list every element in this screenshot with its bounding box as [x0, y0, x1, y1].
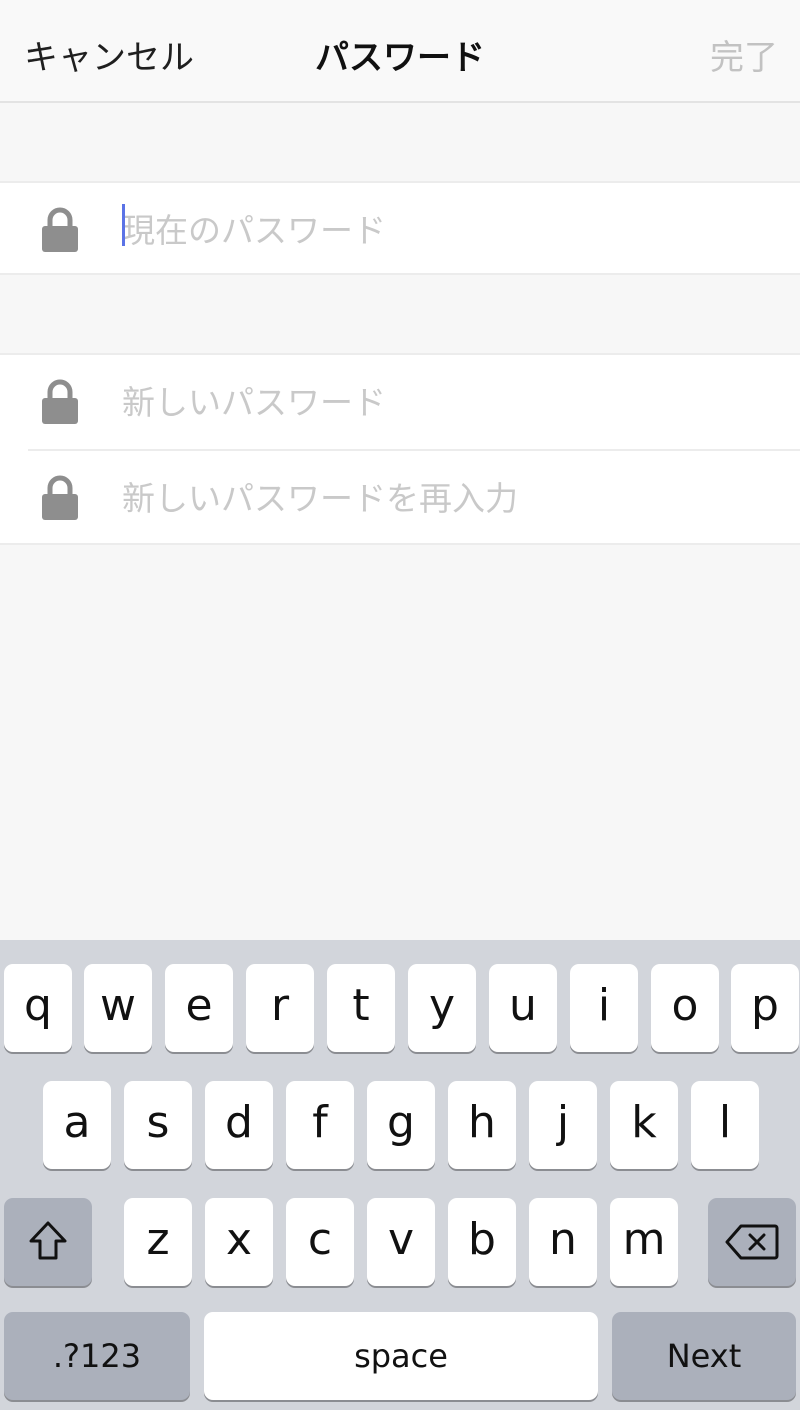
delete-key[interactable]: [708, 1198, 796, 1286]
backspace-icon: [708, 1198, 796, 1260]
key-o[interactable]: o: [651, 964, 719, 1052]
key-v[interactable]: v: [367, 1198, 435, 1286]
page-title: パスワード: [315, 38, 485, 78]
lock-icon: [40, 207, 80, 253]
key-x[interactable]: x: [205, 1198, 273, 1286]
key-t[interactable]: t: [327, 964, 395, 1052]
lock-icon: [40, 379, 80, 425]
confirm-password-input[interactable]: [122, 473, 762, 523]
key-i[interactable]: i: [570, 964, 638, 1052]
key-h[interactable]: h: [448, 1081, 516, 1169]
key-f[interactable]: f: [286, 1081, 354, 1169]
text-cursor: [122, 204, 125, 246]
lock-icon: [40, 475, 80, 521]
shift-key[interactable]: [4, 1198, 92, 1286]
key-b[interactable]: b: [448, 1198, 516, 1286]
key-j[interactable]: j: [529, 1081, 597, 1169]
keyboard: q w e r t y u i o p a s d f g h j k l z …: [0, 940, 800, 1410]
key-c[interactable]: c: [286, 1198, 354, 1286]
current-password-group: [0, 181, 800, 275]
key-y[interactable]: y: [408, 964, 476, 1052]
new-password-input[interactable]: [122, 377, 762, 427]
key-l[interactable]: l: [691, 1081, 759, 1169]
key-k[interactable]: k: [610, 1081, 678, 1169]
confirm-password-row[interactable]: [0, 451, 800, 545]
numbers-key[interactable]: .?123: [4, 1312, 190, 1400]
done-button[interactable]: 完了: [710, 30, 778, 79]
key-w[interactable]: w: [84, 964, 152, 1052]
new-password-group: [0, 353, 800, 545]
shift-icon: [4, 1198, 92, 1262]
new-password-row[interactable]: [0, 355, 800, 449]
key-a[interactable]: a: [43, 1081, 111, 1169]
key-u[interactable]: u: [489, 964, 557, 1052]
key-m[interactable]: m: [610, 1198, 678, 1286]
key-p[interactable]: p: [731, 964, 799, 1052]
key-s[interactable]: s: [124, 1081, 192, 1169]
key-r[interactable]: r: [246, 964, 314, 1052]
current-password-row[interactable]: [0, 183, 800, 277]
navigation-bar: キャンセル パスワード 完了: [0, 0, 800, 103]
key-q[interactable]: q: [4, 964, 72, 1052]
next-key[interactable]: Next: [612, 1312, 796, 1400]
key-e[interactable]: e: [165, 964, 233, 1052]
key-g[interactable]: g: [367, 1081, 435, 1169]
key-n[interactable]: n: [529, 1198, 597, 1286]
key-d[interactable]: d: [205, 1081, 273, 1169]
space-key[interactable]: space: [204, 1312, 598, 1400]
key-z[interactable]: z: [124, 1198, 192, 1286]
current-password-input[interactable]: [122, 205, 762, 255]
